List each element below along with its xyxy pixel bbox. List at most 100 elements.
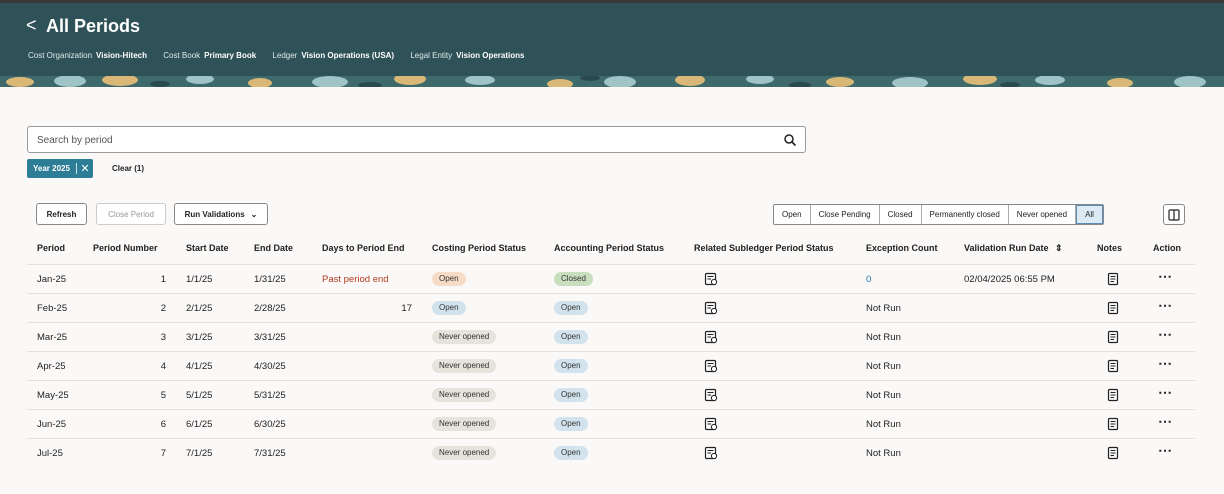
validation-run-date-cell: 02/04/2025 06:55 PM — [964, 274, 1055, 285]
subledger-status-icon[interactable] — [704, 301, 718, 315]
start-date-cell: 4/1/25 — [186, 361, 213, 372]
context-value: Vision-Hitech — [96, 51, 148, 60]
exception-count-cell: Not Run — [866, 332, 901, 343]
filter-chip-label: Year 2025 — [33, 164, 70, 173]
close-icon[interactable]: ✕ — [77, 159, 93, 178]
context-value: Vision Operations (USA) — [301, 51, 395, 60]
notes-icon[interactable] — [1106, 330, 1120, 344]
notes-icon[interactable] — [1106, 301, 1120, 315]
more-actions-icon[interactable]: ⋯ — [1158, 268, 1172, 285]
subledger-status-icon[interactable] — [704, 272, 718, 286]
notes-icon[interactable] — [1106, 359, 1120, 373]
search-box — [27, 126, 806, 153]
exception-count-cell[interactable]: 0 — [866, 274, 871, 285]
column-header-days-to-period-end[interactable]: Days to Period End — [322, 243, 405, 253]
close-period-button[interactable]: Close Period — [96, 203, 166, 225]
column-header-end-date[interactable]: End Date — [254, 243, 293, 253]
more-actions-icon[interactable]: ⋯ — [1158, 384, 1172, 401]
costing-status-badge: Open — [432, 272, 466, 286]
notes-icon[interactable] — [1106, 272, 1120, 286]
table-row[interactable]: Apr-25 4 4/1/25 4/30/25 Never opened Open Not … — [27, 351, 1195, 380]
notes-icon[interactable] — [1106, 446, 1120, 460]
subledger-status-icon[interactable] — [704, 330, 718, 344]
end-date-cell: 5/31/25 — [254, 390, 286, 401]
status-filter-permanently-closed[interactable]: Permanently closed — [922, 205, 1009, 224]
more-actions-icon[interactable]: ⋯ — [1158, 297, 1172, 314]
status-filter-close-pending[interactable]: Close Pending — [811, 205, 880, 224]
status-filter-open[interactable]: Open — [774, 205, 811, 224]
period-cell: Jul-25 — [37, 448, 63, 459]
period-cell: Feb-25 — [37, 303, 68, 314]
days-to-period-end-cell: Past period end — [322, 274, 389, 285]
notes-icon[interactable] — [1106, 417, 1120, 431]
filter-chip-year[interactable]: Year 2025 ✕ — [27, 159, 93, 178]
costing-status-badge: Never opened — [432, 388, 497, 402]
period-number-cell: 6 — [160, 419, 166, 430]
column-header-exception-count[interactable]: Exception Count — [866, 243, 938, 253]
table-row[interactable]: Mar-25 3 3/1/25 3/31/25 Never opened Open Not … — [27, 322, 1195, 351]
column-header-period-number[interactable]: Period Number — [93, 243, 158, 253]
table-row[interactable]: Jul-25 7 7/1/25 7/31/25 Never opened Open Not … — [27, 438, 1195, 467]
search-icon[interactable] — [783, 133, 797, 147]
run-validations-button[interactable]: Run Validations ⌄ — [174, 203, 268, 225]
costing-status-badge: Never opened — [432, 417, 497, 431]
column-header-start-date[interactable]: Start Date — [186, 243, 229, 253]
table-row[interactable]: Jan-25 1 1/1/25 1/31/25 Past period end Open C… — [27, 264, 1195, 293]
accounting-status-badge: Open — [554, 446, 588, 460]
column-header-costing-status[interactable]: Costing Period Status — [432, 243, 526, 253]
start-date-cell: 2/1/25 — [186, 303, 213, 314]
sort-icon[interactable]: ⇕ — [1055, 243, 1063, 253]
context-label: Ledger — [272, 51, 298, 60]
costing-status-badge: Never opened — [432, 446, 497, 460]
column-header-label: Validation Run Date — [964, 243, 1049, 253]
end-date-cell: 6/30/25 — [254, 419, 286, 430]
subledger-status-icon[interactable] — [704, 446, 718, 460]
column-header-accounting-status[interactable]: Accounting Period Status — [554, 243, 664, 253]
more-actions-icon[interactable]: ⋯ — [1158, 413, 1172, 430]
context-value: Vision Operations — [456, 51, 525, 60]
chevron-down-icon: ⌄ — [250, 209, 258, 219]
search-input[interactable] — [37, 133, 737, 147]
start-date-cell: 3/1/25 — [186, 332, 213, 343]
start-date-cell: 7/1/25 — [186, 448, 213, 459]
costing-status-badge: Never opened — [432, 330, 497, 344]
period-cell: May-25 — [37, 390, 69, 401]
notes-icon[interactable] — [1106, 388, 1120, 402]
end-date-cell: 7/31/25 — [254, 448, 286, 459]
clear-filters-link[interactable]: Clear (1) — [112, 164, 144, 173]
column-header-subledger-status[interactable]: Related Subledger Period Status — [694, 243, 834, 253]
period-number-cell: 7 — [160, 448, 166, 459]
table-row[interactable]: Feb-25 2 2/1/25 2/28/25 17 Open Open Not Run ⋯ — [27, 293, 1195, 322]
context-label: Cost Book — [163, 51, 201, 60]
table-row[interactable]: Jun-25 6 6/1/25 6/30/25 Never opened Open Not … — [27, 409, 1195, 438]
accounting-status-badge: Open — [554, 330, 588, 344]
more-actions-icon[interactable]: ⋯ — [1158, 355, 1172, 372]
refresh-button[interactable]: Refresh — [36, 203, 87, 225]
run-validations-button-label: Run Validations — [184, 209, 245, 219]
column-header-period[interactable]: Period — [37, 243, 65, 253]
end-date-cell: 2/28/25 — [254, 303, 286, 314]
subledger-status-icon[interactable] — [704, 388, 718, 402]
status-filter-never-opened[interactable]: Never opened — [1009, 205, 1077, 224]
refresh-button-label: Refresh — [46, 209, 77, 219]
column-header-validation-run-date[interactable]: Validation Run Date ⇕ — [964, 243, 1063, 254]
more-actions-icon[interactable]: ⋯ — [1158, 326, 1172, 343]
status-filter-closed[interactable]: Closed — [880, 205, 922, 224]
more-actions-icon[interactable]: ⋯ — [1158, 442, 1172, 459]
subledger-status-icon[interactable] — [704, 417, 718, 431]
status-filter-group: Open Close Pending Closed Permanently cl… — [773, 204, 1104, 225]
page-header: < All Periods Cost Organization Vision-Hi… — [0, 3, 1224, 87]
period-number-cell: 3 — [160, 332, 166, 343]
subledger-status-icon[interactable] — [704, 359, 718, 373]
toggle-panel-button[interactable] — [1163, 204, 1185, 225]
end-date-cell: 4/30/25 — [254, 361, 286, 372]
accounting-status-badge: Closed — [554, 272, 593, 286]
table-row[interactable]: May-25 5 5/1/25 5/31/25 Never opened Open Not … — [27, 380, 1195, 409]
back-icon[interactable]: < — [26, 15, 40, 35]
status-filter-all[interactable]: All — [1076, 205, 1103, 224]
period-number-cell: 4 — [160, 361, 166, 372]
decorative-banner-pattern — [0, 76, 1224, 87]
start-date-cell: 5/1/25 — [186, 390, 213, 401]
costing-status-badge: Open — [432, 301, 466, 315]
page-title: All Periods — [46, 16, 141, 36]
